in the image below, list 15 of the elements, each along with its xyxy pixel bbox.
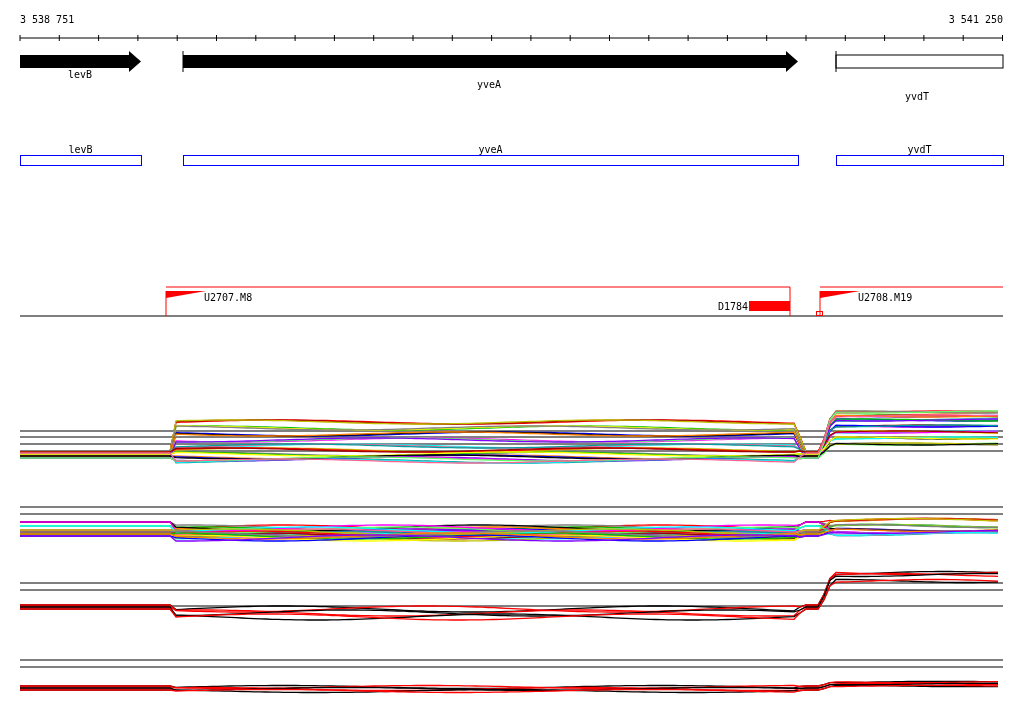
annotation-label: levB	[68, 144, 93, 155]
annotation-label: yveA	[478, 144, 503, 155]
gene-start-mark	[182, 50, 184, 73]
promoter-flag-icon	[165, 290, 206, 317]
promoter-flag-icon	[819, 290, 860, 317]
gene-label: yvdT	[904, 91, 930, 102]
promoter-label: U2708.M19	[858, 292, 913, 303]
gene-label: yveA	[476, 79, 502, 90]
ruler-end-label: 3 541 250	[948, 14, 1003, 25]
gene-label: levB	[67, 69, 93, 80]
ruler-start-label: 3 538 751	[20, 14, 75, 25]
terminator-mark	[816, 311, 823, 316]
terminator-label: D1784	[717, 301, 748, 312]
annotation-label: yvdT	[907, 144, 932, 155]
promoter-label: U2707.M8	[204, 292, 253, 303]
